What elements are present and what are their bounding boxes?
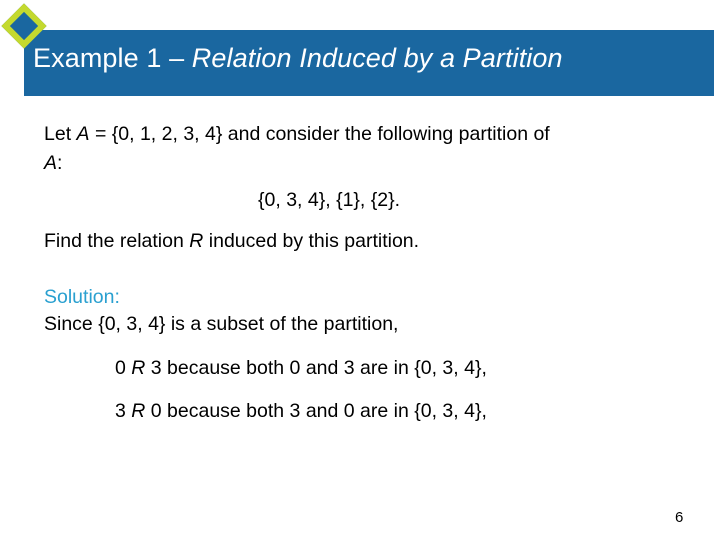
relation-line-2: 3 R 0 because both 3 and 0 are in {0, 3,… bbox=[115, 400, 487, 422]
solution-since-line: Since {0, 3, 4} is a subset of the parti… bbox=[44, 313, 399, 335]
partition-expression: {0, 3, 4}, {1}, {2}. bbox=[258, 189, 401, 211]
slide-title: Example 1 – Relation Induced by a Partit… bbox=[33, 43, 563, 73]
question-line: Find the relation R induced by this part… bbox=[44, 230, 420, 252]
relation-line-1: 0 R 3 because both 0 and 3 are in {0, 3,… bbox=[115, 357, 487, 379]
intro-line: Let A = {0, 1, 2, 3, 4} and consider the… bbox=[44, 123, 550, 145]
intro-line-continued: A: bbox=[44, 152, 63, 174]
page-number: 6 bbox=[675, 509, 684, 526]
solution-label: Solution: bbox=[44, 286, 120, 308]
